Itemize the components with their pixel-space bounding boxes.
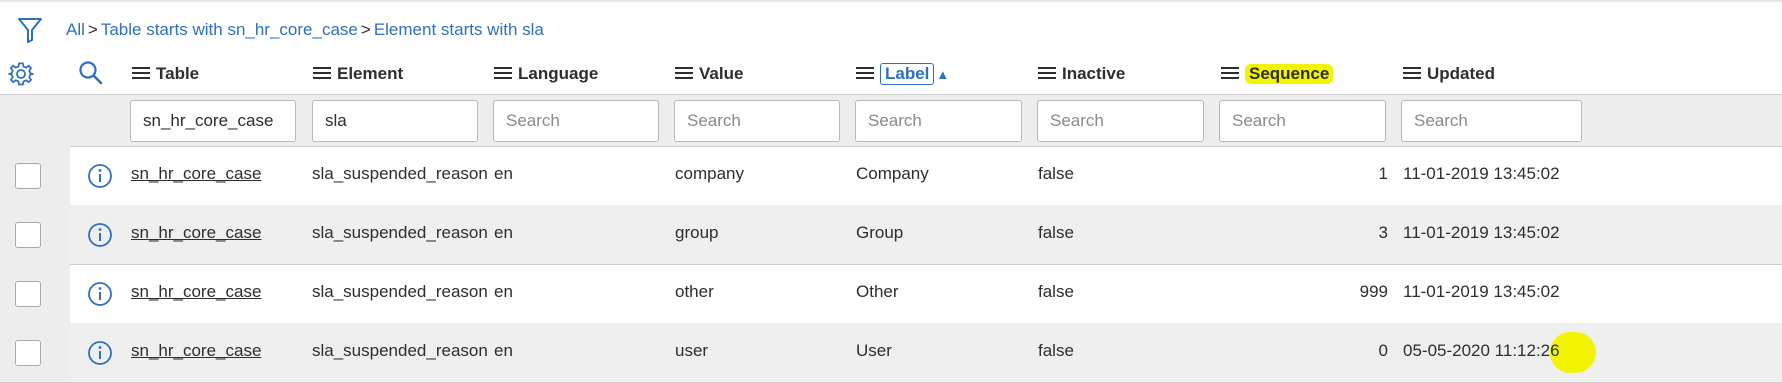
cell-element: sla_suspended_reason bbox=[312, 223, 488, 242]
cell-sequence: 0 bbox=[1378, 341, 1388, 360]
search-icon[interactable] bbox=[78, 60, 104, 86]
cell-label: User bbox=[856, 341, 892, 360]
column-label-updated[interactable]: Updated bbox=[1427, 64, 1495, 84]
row-checkbox[interactable] bbox=[15, 281, 41, 307]
info-icon[interactable] bbox=[87, 340, 113, 366]
breadcrumb-element-filter[interactable]: Element starts with sla bbox=[374, 20, 544, 39]
breadcrumb: All > Table starts with sn_hr_core_case > El… bbox=[66, 20, 544, 40]
hamburger-menu-icon[interactable] bbox=[313, 67, 331, 81]
breadcrumb-table-filter[interactable]: Table starts with sn_hr_core_case bbox=[101, 20, 358, 39]
cell-updated: 05-05-2020 11:12:26 bbox=[1403, 341, 1560, 360]
row-checkbox[interactable] bbox=[15, 222, 41, 248]
column-header-element[interactable]: Element bbox=[313, 62, 403, 86]
hamburger-menu-icon[interactable] bbox=[675, 67, 693, 81]
cell-value: group bbox=[675, 223, 719, 242]
info-icon[interactable] bbox=[87, 281, 113, 307]
sort-ascending-icon[interactable]: ▲ bbox=[936, 67, 949, 82]
info-icon[interactable] bbox=[87, 163, 113, 189]
column-header-inactive[interactable]: Inactive bbox=[1038, 62, 1125, 86]
value-search-input[interactable] bbox=[674, 100, 840, 142]
cell-language: en bbox=[494, 164, 513, 183]
column-label-value[interactable]: Value bbox=[699, 64, 743, 84]
column-label-language[interactable]: Language bbox=[518, 64, 598, 84]
column-header-language[interactable]: Language bbox=[494, 62, 598, 86]
column-label-table[interactable]: Table bbox=[156, 64, 199, 84]
column-label-label[interactable]: Label bbox=[880, 63, 935, 85]
column-header-label[interactable]: Label ▲ bbox=[856, 62, 949, 86]
column-header-sequence[interactable]: Sequence bbox=[1221, 62, 1334, 86]
hamburger-menu-icon[interactable] bbox=[1403, 67, 1421, 81]
inactive-search-input[interactable] bbox=[1037, 100, 1204, 142]
hamburger-menu-icon[interactable] bbox=[494, 67, 512, 81]
cell-value: company bbox=[675, 164, 744, 183]
column-header-table[interactable]: Table bbox=[132, 62, 199, 86]
table-row: sn_hr_core_case sla_suspended_reason en … bbox=[0, 146, 1782, 206]
cell-value: user bbox=[675, 341, 709, 360]
row-checkbox[interactable] bbox=[15, 340, 41, 366]
breadcrumb-bar: All > Table starts with sn_hr_core_case > El… bbox=[0, 0, 1782, 56]
breadcrumb-all[interactable]: All bbox=[66, 20, 85, 39]
hamburger-menu-icon[interactable] bbox=[1038, 67, 1056, 81]
cell-inactive: false bbox=[1038, 341, 1074, 360]
table-search-input[interactable] bbox=[130, 100, 296, 142]
cell-table[interactable]: sn_hr_core_case bbox=[131, 164, 261, 184]
label-search-input[interactable] bbox=[855, 100, 1022, 142]
cell-element: sla_suspended_reason bbox=[312, 341, 488, 360]
cell-updated: 11-01-2019 13:45:02 bbox=[1403, 282, 1560, 301]
column-label-sequence[interactable]: Sequence bbox=[1245, 64, 1334, 84]
hamburger-menu-icon[interactable] bbox=[856, 67, 874, 81]
cell-inactive: false bbox=[1038, 223, 1074, 242]
breadcrumb-separator: > bbox=[87, 20, 98, 39]
cell-element: sla_suspended_reason bbox=[312, 282, 488, 301]
hamburger-menu-icon[interactable] bbox=[132, 67, 150, 81]
cell-sequence: 999 bbox=[1359, 282, 1388, 301]
column-header-value[interactable]: Value bbox=[675, 62, 743, 86]
table-row: sn_hr_core_case sla_suspended_reason en … bbox=[0, 323, 1782, 383]
column-label-inactive[interactable]: Inactive bbox=[1062, 64, 1125, 84]
cell-table[interactable]: sn_hr_core_case bbox=[131, 282, 261, 302]
row-checkbox[interactable] bbox=[15, 163, 41, 189]
cell-label: Group bbox=[856, 223, 904, 242]
column-label-element[interactable]: Element bbox=[337, 64, 403, 84]
updated-search-input[interactable] bbox=[1401, 100, 1582, 142]
cell-sequence: 1 bbox=[1378, 164, 1388, 183]
breadcrumb-separator: > bbox=[360, 20, 371, 39]
cell-label: Company bbox=[856, 164, 929, 183]
info-icon[interactable] bbox=[87, 222, 113, 248]
element-search-input[interactable] bbox=[312, 100, 478, 142]
cell-table[interactable]: sn_hr_core_case bbox=[131, 341, 261, 361]
table-row: sn_hr_core_case sla_suspended_reason en … bbox=[0, 264, 1782, 324]
cell-value: other bbox=[675, 282, 714, 301]
hamburger-menu-icon[interactable] bbox=[1221, 67, 1239, 81]
cell-sequence: 3 bbox=[1378, 223, 1388, 242]
sequence-search-input[interactable] bbox=[1219, 100, 1386, 142]
cell-language: en bbox=[494, 223, 513, 242]
table-row: sn_hr_core_case sla_suspended_reason en … bbox=[0, 205, 1782, 265]
cell-inactive: false bbox=[1038, 282, 1074, 301]
cell-table[interactable]: sn_hr_core_case bbox=[131, 223, 261, 243]
filter-funnel-icon[interactable] bbox=[17, 16, 43, 44]
cell-updated: 11-01-2019 13:45:02 bbox=[1403, 223, 1560, 242]
cell-element: sla_suspended_reason bbox=[312, 164, 488, 183]
cell-label: Other bbox=[856, 282, 899, 301]
cell-updated: 11-01-2019 13:45:02 bbox=[1403, 164, 1560, 183]
cell-inactive: false bbox=[1038, 164, 1074, 183]
cell-language: en bbox=[494, 341, 513, 360]
cell-language: en bbox=[494, 282, 513, 301]
column-header-updated[interactable]: Updated bbox=[1403, 62, 1495, 86]
gear-icon[interactable] bbox=[8, 61, 34, 87]
language-search-input[interactable] bbox=[493, 100, 659, 142]
